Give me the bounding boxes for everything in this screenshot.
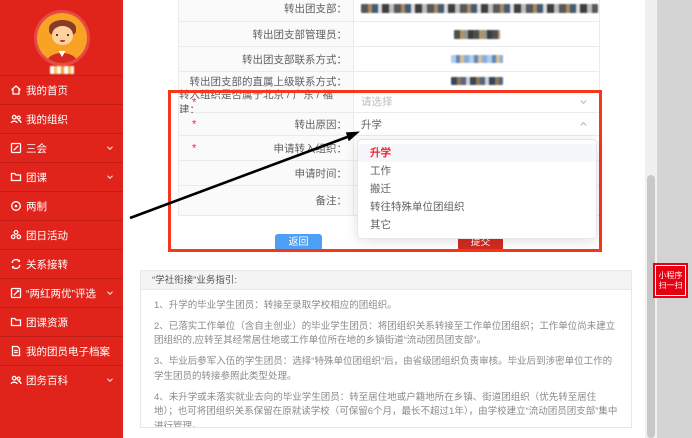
field-label: *转入组织是否属于北京 / 广东 / 福建： — [179, 91, 354, 112]
chevron-down-icon — [105, 143, 115, 153]
back-button[interactable]: 返回 — [275, 234, 322, 251]
required-marker: * — [192, 119, 196, 131]
sidebar-item-two-systems[interactable]: 两制 — [0, 191, 123, 220]
sidebar-item-label: 关系接转 — [26, 257, 68, 272]
field-value — [354, 0, 599, 21]
badge-line-1: 小程序 — [659, 271, 683, 281]
field-value — [354, 47, 599, 71]
sidebar-item-label: 三会 — [26, 141, 47, 156]
reason-select[interactable]: 升学 — [354, 113, 599, 135]
scrollbar-thumb[interactable] — [647, 175, 655, 438]
sidebar-item-label: 团务百科 — [26, 373, 68, 388]
censored-value — [451, 77, 503, 85]
avatar-eyes — [56, 34, 69, 36]
chevron-down-icon — [105, 172, 115, 182]
guide-item-3: 3、毕业后参军入伍的学生团员：选择“特殊单位团组织”后，由省级团组织负责审核。毕… — [154, 355, 618, 384]
sidebar-item-label: “两红两优”评选 — [26, 286, 96, 301]
profile-section — [0, 0, 123, 75]
select-value: 升学 — [361, 117, 382, 132]
required-marker: * — [192, 143, 196, 155]
sidebar-item-my-home[interactable]: 我的首页 — [0, 75, 123, 104]
sidebar-item-label: 团课 — [26, 170, 47, 185]
home-icon — [10, 84, 22, 96]
field-label: 申请时间： — [179, 161, 354, 185]
edit-icon — [10, 287, 22, 299]
field-value — [354, 22, 599, 46]
sidebar-item-relationship-transfer[interactable]: 关系接转 — [0, 249, 123, 278]
dropdown-option-study[interactable]: 升学 — [358, 144, 596, 162]
folder-icon — [10, 316, 22, 328]
guide-title: “学社衔接”业务指引: — [141, 271, 631, 290]
form-row-transfer-reason: *转出原因： 升学 — [179, 113, 599, 136]
dropdown-option-other[interactable]: 其它 — [358, 216, 596, 234]
target-icon — [10, 200, 22, 212]
form-row-out-branch: 转出团支部： — [179, 0, 599, 22]
guide-item-2: 2、已落实工作单位（含自主创业）的毕业学生团员：将团组织关系转接至工作单位团组织… — [154, 320, 618, 349]
sidebar-item-label: 团课资源 — [26, 315, 68, 330]
chevron-down-icon — [105, 288, 115, 298]
sidebar: 我的首页 我的组织 三会 团课 两制 团日活动 关系接转 — [0, 0, 123, 438]
sidebar-item-three-meetings[interactable]: 三会 — [0, 133, 123, 162]
dropdown-option-work[interactable]: 工作 — [358, 162, 596, 180]
chevron-up-icon — [578, 119, 589, 130]
activity-icon — [10, 229, 22, 241]
field-label: 备注： — [179, 186, 354, 215]
sync-icon — [10, 258, 22, 270]
sidebar-item-member-e-archive[interactable]: 我的团员电子档案 — [0, 336, 123, 365]
sidebar-item-league-class-resources[interactable]: 团课资源 — [0, 307, 123, 336]
field-label: 转出团支部管理员： — [179, 22, 354, 46]
sidebar-item-league-encyclopedia[interactable]: 团务百科 — [0, 365, 123, 394]
sidebar-menu: 我的首页 我的组织 三会 团课 两制 团日活动 关系接转 — [0, 75, 123, 394]
region-select[interactable]: 请选择 — [354, 91, 599, 112]
chevron-down-icon — [105, 375, 115, 385]
field-label: 转出团支部： — [179, 0, 354, 21]
sidebar-item-label: 团日活动 — [26, 228, 68, 243]
avatar[interactable] — [37, 13, 87, 63]
censored-username — [50, 66, 74, 74]
dropdown-option-special-unit[interactable]: 转往特殊单位团组织 — [358, 198, 596, 216]
sidebar-item-my-organization[interactable]: 我的组织 — [0, 104, 123, 133]
dropdown-option-relocation[interactable]: 搬迁 — [358, 180, 596, 198]
window-gutter — [657, 0, 692, 438]
field-label: 转出团支部联系方式： — [179, 47, 354, 71]
users-icon — [10, 374, 22, 386]
form-row-target-region: *转入组织是否属于北京 / 广东 / 福建： 请选择 — [179, 91, 599, 113]
field-label: *申请转入组织： — [179, 136, 354, 160]
folder-icon — [10, 171, 22, 183]
form-row-out-branch-contact: 转出团支部联系方式： — [179, 47, 599, 72]
mini-program-badge[interactable]: 小程序 扫一扫 — [655, 265, 686, 296]
form-row-out-branch-admin: 转出团支部管理员： — [179, 22, 599, 47]
sidebar-item-label: 我的首页 — [26, 83, 68, 98]
chevron-down-icon — [578, 96, 589, 107]
guide-body: 1、升学的毕业学生团员：转接至录取学校相应的团组织。 2、已落实工作单位（含自主… — [141, 290, 631, 428]
sidebar-item-label: 我的团员电子档案 — [26, 344, 110, 359]
sidebar-item-label: 我的组织 — [26, 112, 68, 127]
censored-value — [451, 55, 503, 63]
required-marker: * — [192, 96, 196, 108]
sidebar-item-two-red-two-excellent[interactable]: “两红两优”评选 — [0, 278, 123, 307]
field-value — [354, 72, 599, 90]
censored-value — [454, 30, 500, 39]
form-icon — [10, 142, 22, 154]
sidebar-item-league-day-activity[interactable]: 团日活动 — [0, 220, 123, 249]
reason-dropdown: 升学 工作 搬迁 转往特殊单位团组织 其它 — [357, 139, 597, 239]
sidebar-item-league-class[interactable]: 团课 — [0, 162, 123, 191]
file-icon — [10, 345, 22, 357]
sidebar-item-label: 两制 — [26, 199, 47, 214]
users-icon — [10, 113, 22, 125]
guide-item-1: 1、升学的毕业学生团员：转接至录取学校相应的团组织。 — [154, 299, 618, 314]
select-placeholder: 请选择 — [361, 94, 393, 109]
guide-item-4: 4、未升学或未落实就业去向的毕业学生团员：转至居住地或户籍地所在乡镇、街道团组织… — [154, 391, 618, 428]
censored-value — [361, 4, 598, 13]
guide-panel: “学社衔接”业务指引: 1、升学的毕业学生团员：转接至录取学校相应的团组织。 2… — [140, 270, 632, 428]
page-scrollbar[interactable] — [645, 0, 657, 438]
badge-line-2: 扫一扫 — [659, 281, 683, 291]
main-content: 转出团支部： 转出团支部管理员： 转出团支部联系方式： 转出团支部的直属上级联系… — [123, 0, 645, 438]
field-label: *转出原因： — [179, 113, 354, 135]
